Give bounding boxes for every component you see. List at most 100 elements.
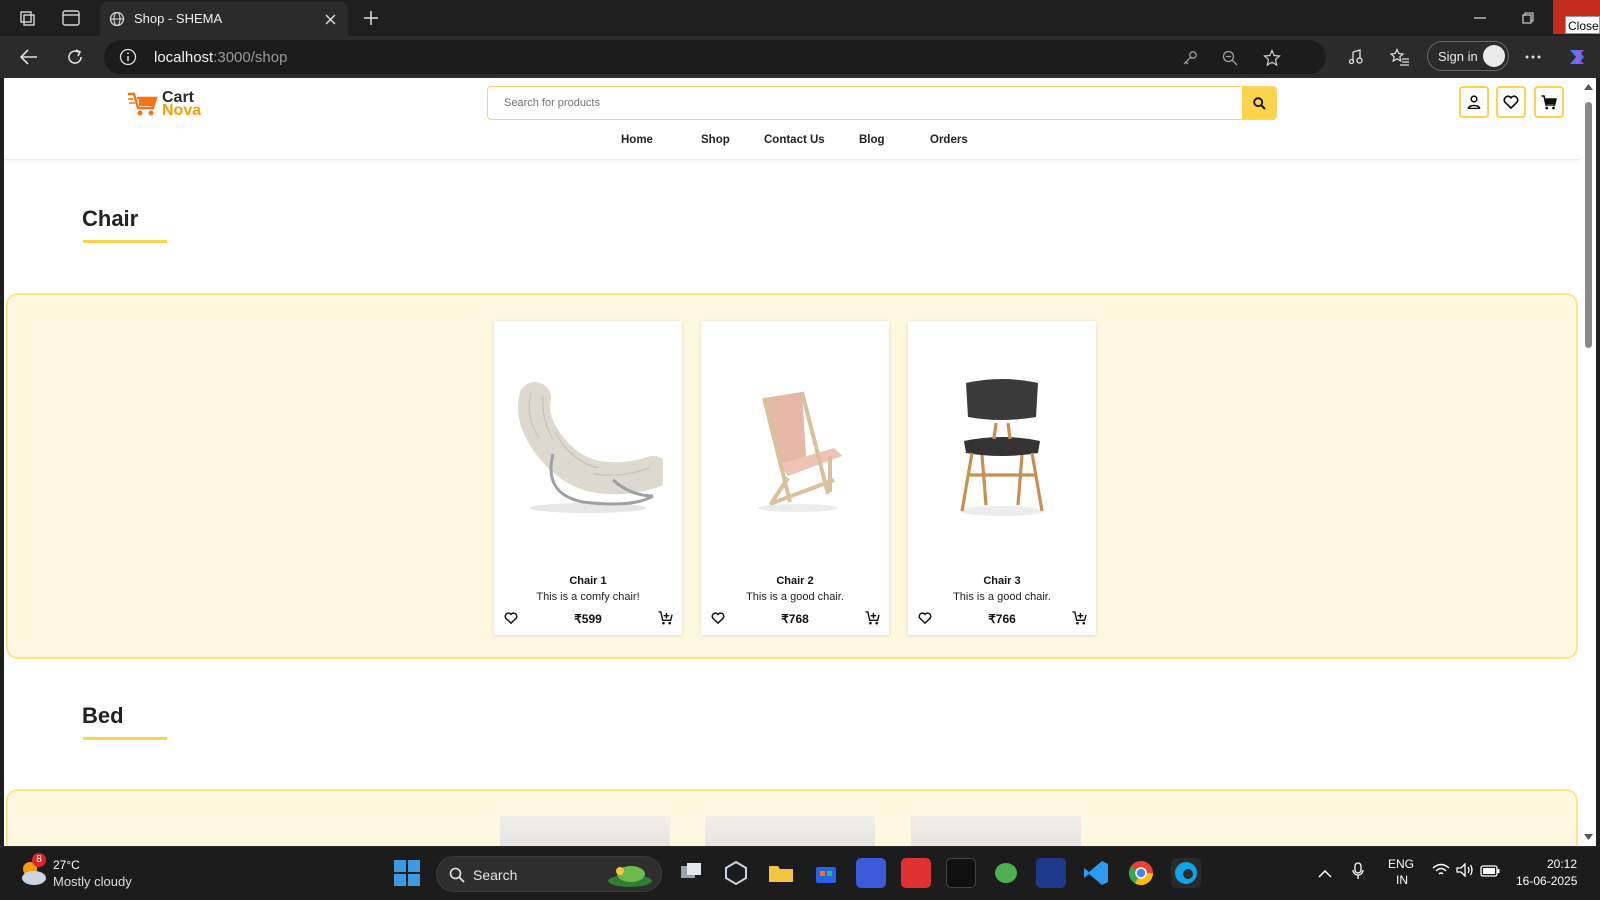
- product-card[interactable]: [705, 816, 875, 846]
- search-bar: [487, 86, 1277, 120]
- product-price: ₹766: [988, 612, 1016, 626]
- wifi-button[interactable]: [1432, 863, 1450, 879]
- taskbar-task-view[interactable]: [676, 858, 706, 888]
- copilot-icon[interactable]: [1563, 43, 1591, 71]
- wishlist-button[interactable]: [1496, 86, 1526, 118]
- product-description: This is a good chair.: [746, 591, 844, 603]
- clock-time[interactable]: 20:12: [1547, 857, 1577, 871]
- product-image[interactable]: [494, 321, 682, 571]
- taskbar-app-navy[interactable]: [1036, 858, 1066, 888]
- taskbar-vscode[interactable]: [1081, 858, 1111, 888]
- zoom-out-icon[interactable]: [1220, 48, 1240, 68]
- add-to-cart-button[interactable]: [863, 609, 881, 627]
- back-icon[interactable]: [16, 45, 42, 69]
- microphone-button[interactable]: [1352, 862, 1368, 882]
- product-image[interactable]: [908, 321, 1096, 571]
- taskbar-edge[interactable]: [1171, 858, 1201, 888]
- tab-shop[interactable]: Shop - SHEMA: [100, 2, 348, 36]
- product-description: This is a good chair.: [953, 591, 1051, 603]
- browser-tab-bar: Shop - SHEMA Close: [0, 0, 1600, 36]
- weather-alert-badge: 8: [32, 853, 46, 867]
- dining-chair-image: [960, 379, 1044, 516]
- refresh-icon[interactable]: [62, 45, 88, 69]
- product-card[interactable]: [911, 816, 1081, 846]
- search-button[interactable]: [1242, 87, 1276, 119]
- battery-button[interactable]: [1480, 864, 1500, 878]
- product-card[interactable]: [500, 816, 670, 846]
- nav-orders[interactable]: Orders: [930, 134, 968, 146]
- weather-temperature: 27°C: [53, 858, 80, 872]
- taskbar-app-green[interactable]: [991, 858, 1021, 888]
- sign-in-button[interactable]: Sign in: [1427, 41, 1509, 71]
- product-card[interactable]: Chair 3 This is a good chair. ₹766: [908, 321, 1096, 635]
- nav-home[interactable]: Home: [621, 134, 653, 146]
- section-underline: [83, 240, 167, 243]
- section-title-chair: Chair: [82, 206, 139, 231]
- clock-date[interactable]: 16-06-2025: [1516, 874, 1577, 888]
- app-icon: [725, 860, 747, 886]
- taskbar-app-red[interactable]: [901, 858, 931, 888]
- profile-avatar: [1483, 45, 1505, 67]
- workspaces-icon[interactable]: [14, 6, 40, 30]
- volume-button[interactable]: [1456, 862, 1474, 879]
- cart-icon: [1541, 94, 1557, 109]
- nav-blog[interactable]: Blog: [859, 134, 885, 146]
- site-logo[interactable]: Cart Nova: [128, 88, 208, 120]
- site-info-icon[interactable]: [118, 47, 138, 67]
- add-to-cart-button[interactable]: [656, 609, 674, 627]
- new-tab-icon[interactable]: [360, 7, 382, 29]
- account-button[interactable]: [1459, 86, 1489, 118]
- taskbar-file-explorer[interactable]: [766, 858, 796, 888]
- url-path: :3000/shop: [213, 49, 288, 66]
- site-header: Cart Nova Home Shop Contact Us Blog Orde…: [4, 78, 1580, 160]
- folding-chair-image: [758, 391, 842, 512]
- show-hidden-icons-button[interactable]: [1318, 865, 1334, 881]
- close-tab-icon[interactable]: [322, 11, 338, 27]
- lounge-chair-image: [518, 382, 663, 513]
- folder-icon: [769, 866, 793, 882]
- taskbar-chrome[interactable]: [1126, 858, 1156, 888]
- more-menu-icon[interactable]: [1520, 45, 1546, 69]
- product-image[interactable]: [701, 321, 889, 571]
- page-scrollbar[interactable]: [1580, 78, 1596, 846]
- taskbar-app-dark[interactable]: [946, 858, 976, 888]
- scroll-down-icon[interactable]: [1584, 834, 1593, 840]
- product-name: Chair 1: [569, 575, 607, 587]
- taskbar-app-copilot[interactable]: [721, 858, 751, 888]
- scroll-up-icon[interactable]: [1584, 84, 1593, 90]
- taskbar-app-blue[interactable]: [856, 858, 886, 888]
- weather-description: Mostly cloudy: [53, 874, 132, 889]
- taskbar-store[interactable]: [811, 858, 841, 888]
- start-button[interactable]: [394, 860, 420, 886]
- scroll-thumb[interactable]: [1585, 102, 1592, 348]
- favorite-star-icon[interactable]: [1262, 48, 1282, 68]
- input-language[interactable]: ENG: [1388, 857, 1414, 871]
- favorites-list-icon[interactable]: [1388, 45, 1412, 69]
- add-cart-icon: [865, 611, 880, 625]
- bed-products-band: [6, 789, 1578, 846]
- search-icon: [449, 867, 465, 883]
- nav-shop[interactable]: Shop: [701, 134, 730, 146]
- music-extension-icon[interactable]: [1344, 45, 1368, 69]
- heart-icon: [1503, 95, 1519, 109]
- url-text: localhost:3000/shop: [154, 49, 287, 66]
- microphone-icon: [1352, 862, 1364, 879]
- volume-icon: [1456, 862, 1473, 878]
- address-bar-row: localhost:3000/shop Sign in: [0, 36, 1600, 78]
- add-cart-icon: [1072, 611, 1087, 625]
- product-card[interactable]: Chair 2 This is a good chair. ₹768: [701, 321, 889, 635]
- cart-button[interactable]: [1534, 86, 1564, 118]
- tab-actions-icon[interactable]: [58, 6, 84, 30]
- product-name: Chair 2: [776, 575, 814, 587]
- search-input[interactable]: [488, 87, 1244, 119]
- taskbar-search-box[interactable]: Search: [436, 856, 662, 892]
- store-icon: [816, 867, 836, 883]
- address-bar[interactable]: localhost:3000/shop: [104, 40, 1326, 74]
- product-card[interactable]: Chair 1 This is a comfy chair! ₹599: [494, 321, 682, 635]
- key-icon[interactable]: [1180, 48, 1200, 68]
- nav-contact-us[interactable]: Contact Us: [764, 134, 825, 146]
- product-name: Chair 3: [983, 575, 1021, 587]
- restore-icon[interactable]: [1514, 6, 1542, 30]
- minimize-icon[interactable]: [1466, 6, 1494, 30]
- add-to-cart-button[interactable]: [1070, 609, 1088, 627]
